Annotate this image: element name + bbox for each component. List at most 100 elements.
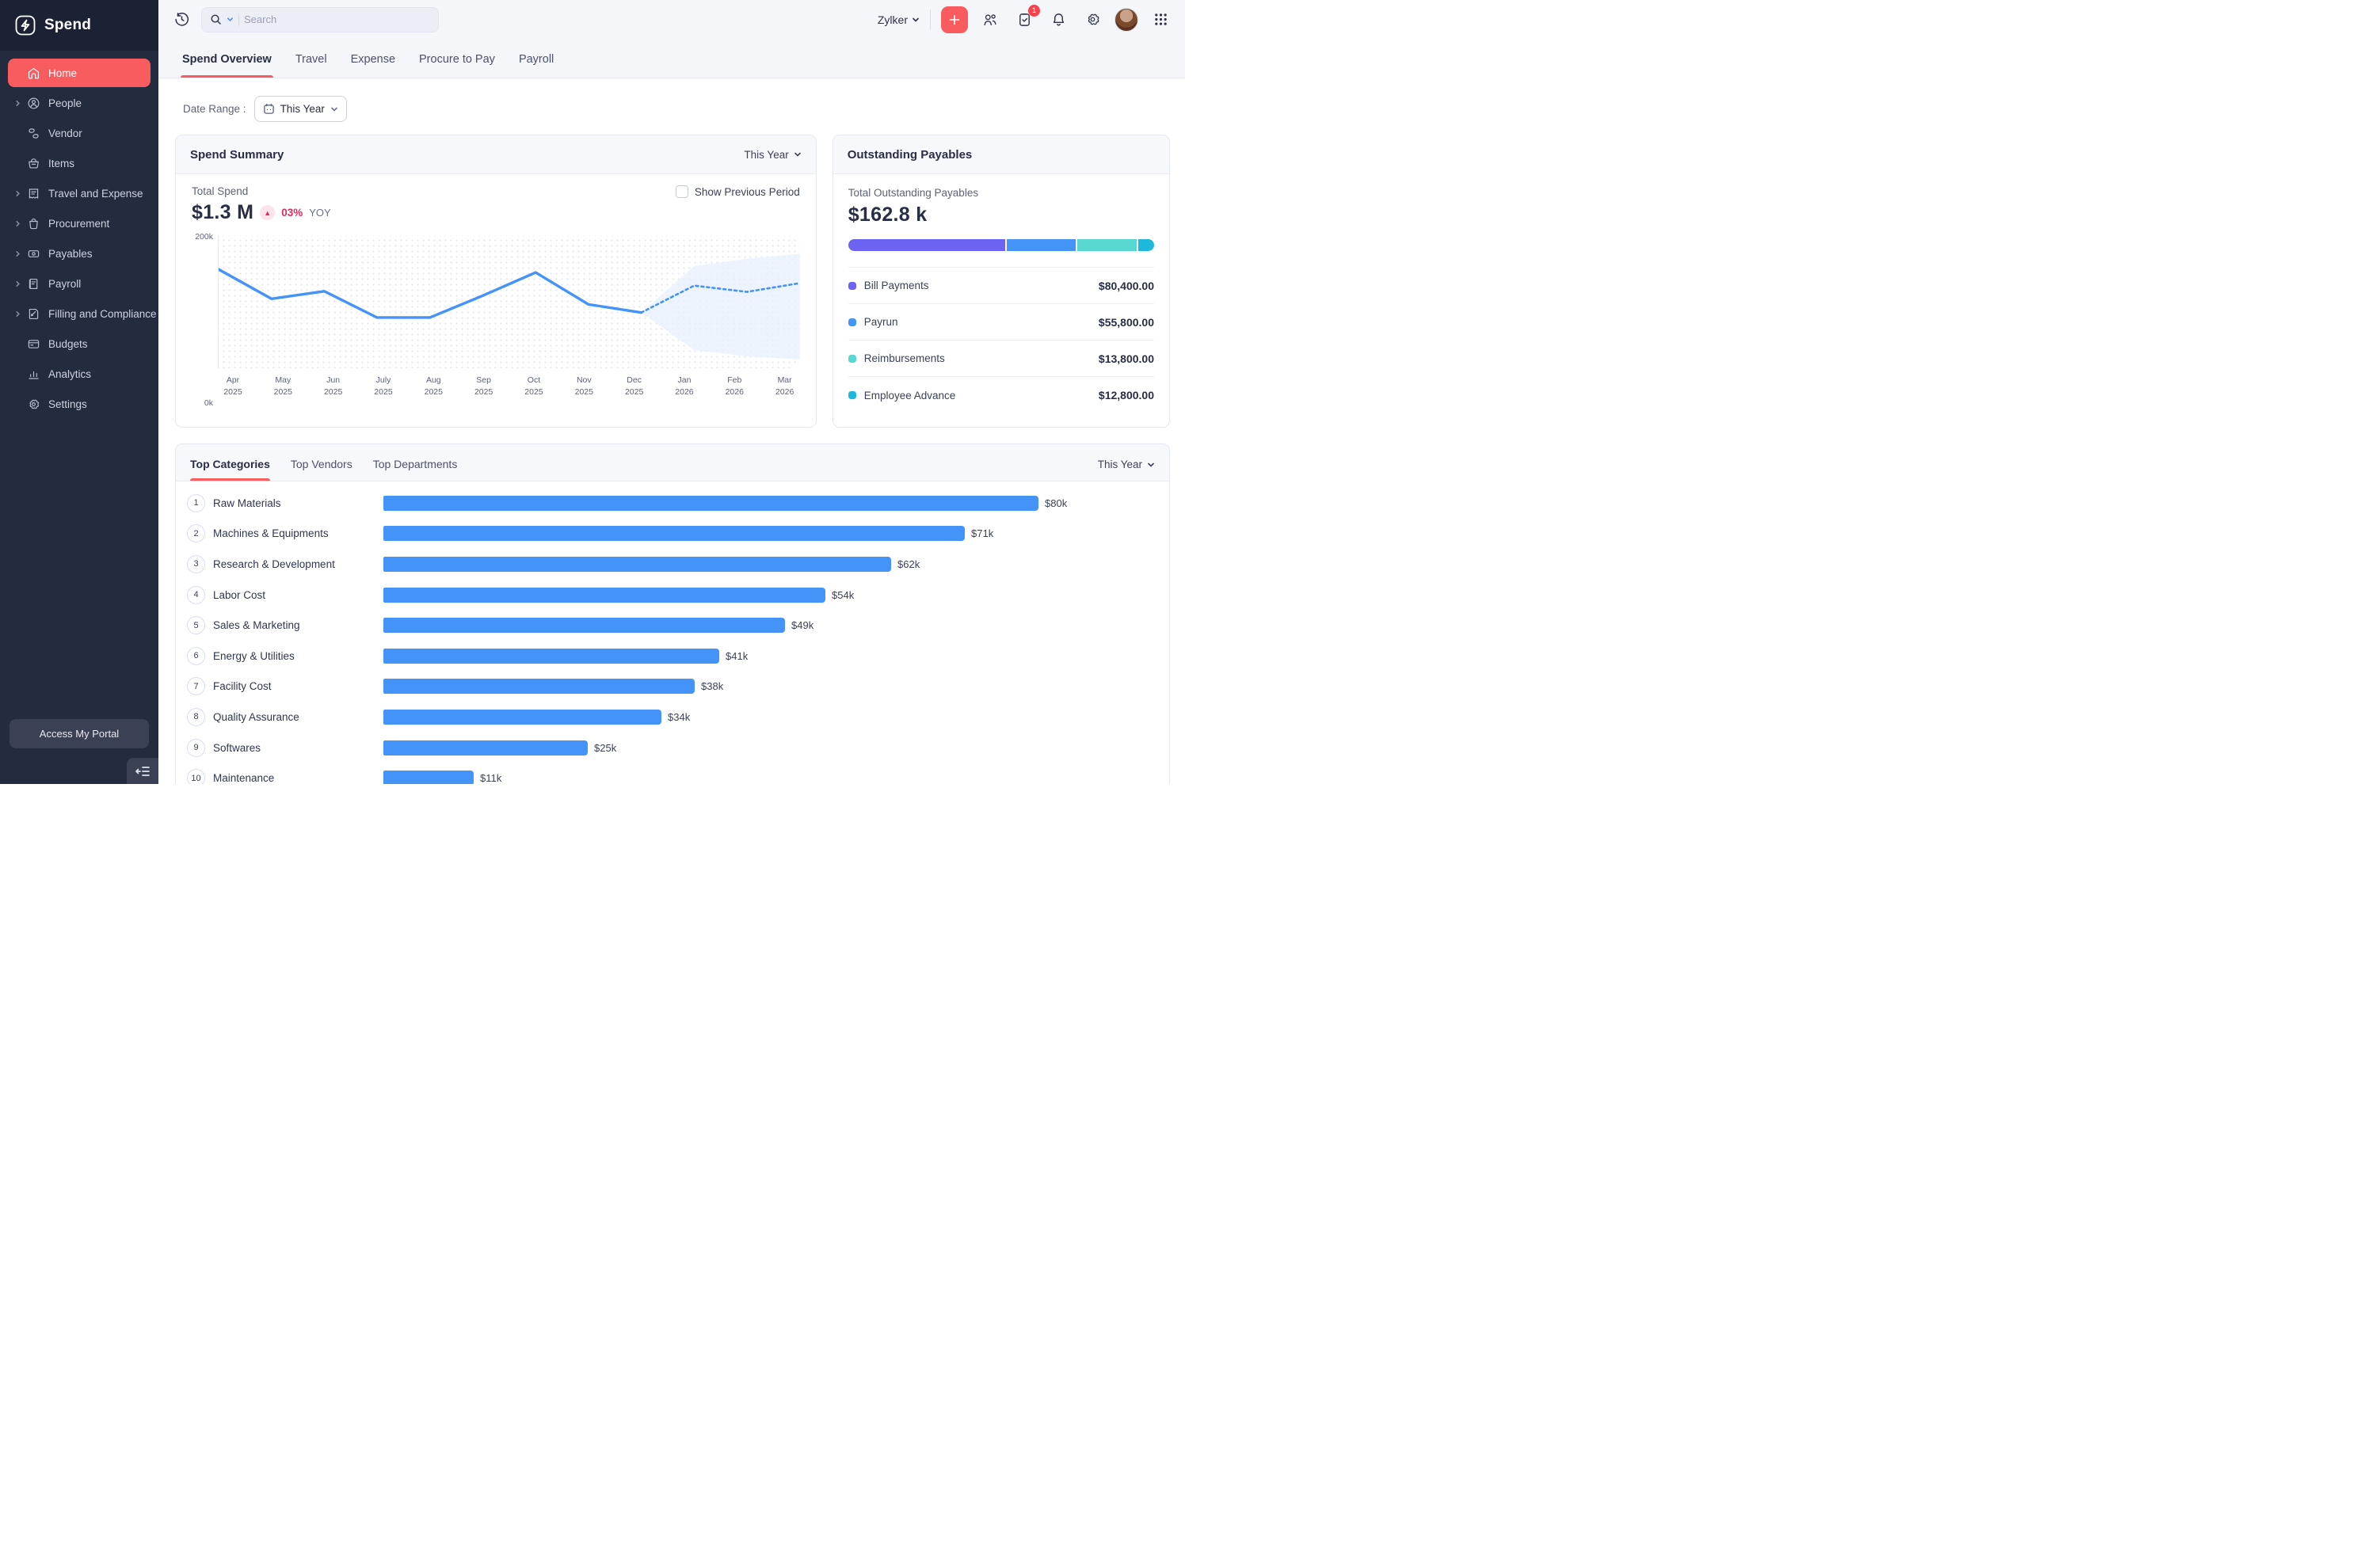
sidebar-item-payables[interactable]: Payables — [8, 239, 151, 268]
category-label: Machines & Equipments — [213, 527, 383, 539]
category-label: Quality Assurance — [213, 711, 383, 723]
category-row-softwares[interactable]: 9Softwares$25k — [187, 733, 1155, 763]
sidebar-item-budgets[interactable]: Budgets — [8, 329, 151, 358]
category-label: Maintenance — [213, 772, 383, 784]
category-row-energy-utilities[interactable]: 6Energy & Utilities$41k — [187, 641, 1155, 672]
tab-spend-overview[interactable]: Spend Overview — [182, 53, 272, 78]
calendar-icon — [263, 103, 275, 115]
topbar-divider — [930, 10, 931, 30]
total-spend-label: Total Spend — [192, 185, 248, 197]
category-row-quality-assurance[interactable]: 8Quality Assurance$34k — [187, 702, 1155, 733]
sidebar-item-items[interactable]: Items — [8, 149, 151, 177]
category-row-research-development[interactable]: 3Research & Development$62k — [187, 549, 1155, 580]
payables-row-payrun[interactable]: Payrun$55,800.00 — [848, 304, 1154, 341]
category-label: Facility Cost — [213, 680, 383, 692]
category-label: Softwares — [213, 742, 383, 754]
legend-dot-icon — [848, 391, 856, 399]
spend-line-chart-svg — [219, 235, 800, 368]
sidebar-item-filling-and-compliance[interactable]: Filling and Compliance — [8, 299, 151, 328]
tab-top-vendors[interactable]: Top Vendors — [291, 458, 352, 481]
sidebar-item-label: Payroll — [48, 278, 81, 290]
home-icon — [27, 67, 40, 80]
module-tabs: Spend Overview Travel Expense Procure to Pa… — [158, 39, 1185, 78]
category-label: Sales & Marketing — [213, 619, 383, 631]
yoy-up-arrow-icon: ▲ — [260, 205, 275, 220]
rank-badge: 3 — [187, 555, 205, 573]
category-value: $11k — [480, 772, 501, 784]
sidebar-item-label: Travel and Expense — [48, 188, 143, 200]
app-title: Spend — [44, 17, 91, 34]
apps-grid-icon[interactable] — [1149, 8, 1172, 32]
category-row-labor-cost[interactable]: 4Labor Cost$54k — [187, 580, 1155, 611]
x-axis-label: Jun2025 — [318, 375, 349, 398]
y-axis-tick-top: 200k — [195, 232, 213, 242]
chevron-right-icon — [14, 220, 25, 227]
notifications-bell-icon[interactable] — [1046, 8, 1070, 32]
top-categories-period-dropdown[interactable]: This Year — [1098, 459, 1155, 481]
chevron-right-icon — [14, 190, 25, 197]
chart-plot-area — [218, 235, 800, 368]
sidebar-item-payroll[interactable]: Payroll — [8, 269, 151, 298]
date-range-value: This Year — [280, 103, 325, 115]
x-axis-label: Nov2025 — [569, 375, 599, 398]
tab-top-categories[interactable]: Top Categories — [190, 458, 270, 481]
tab-payroll[interactable]: Payroll — [519, 53, 554, 78]
tab-top-departments[interactable]: Top Departments — [373, 458, 458, 481]
sidebar-item-procurement[interactable]: Procurement — [8, 209, 151, 238]
history-icon[interactable] — [170, 8, 193, 32]
payables-stacked-bar — [848, 239, 1154, 251]
sidebar-item-home[interactable]: Home — [8, 59, 151, 87]
search-input[interactable] — [244, 13, 387, 25]
sidebar-item-people[interactable]: People — [8, 89, 151, 117]
org-switcher[interactable]: Zylker — [878, 13, 920, 26]
tab-travel[interactable]: Travel — [295, 53, 327, 78]
approvals-icon[interactable]: 1 — [1012, 8, 1036, 32]
payables-row-employee-advance[interactable]: Employee Advance$12,800.00 — [848, 377, 1154, 413]
x-axis-label: Feb2026 — [719, 375, 749, 398]
date-range-selector[interactable]: This Year — [254, 96, 347, 122]
category-row-machines-equipments[interactable]: 2Machines & Equipments$71k — [187, 519, 1155, 550]
main-area: Zylker 1 — [158, 0, 1185, 784]
payables-row-label: Payrun — [864, 316, 898, 328]
sidebar-item-vendor[interactable]: Vendor — [8, 119, 151, 147]
category-row-facility-cost[interactable]: 7Facility Cost$38k — [187, 672, 1155, 702]
category-row-sales-marketing[interactable]: 5Sales & Marketing$49k — [187, 610, 1155, 641]
sidebar-item-label: Budgets — [48, 338, 88, 350]
rank-badge: 5 — [187, 616, 205, 634]
total-outstanding-label: Total Outstanding Payables — [848, 187, 1154, 199]
quick-create-button[interactable] — [941, 6, 968, 33]
x-axis-label: Aug2025 — [418, 375, 448, 398]
user-avatar[interactable] — [1115, 8, 1138, 32]
access-my-portal-button[interactable]: Access My Portal — [10, 719, 149, 748]
sidebar-item-analytics[interactable]: Analytics — [8, 360, 151, 388]
users-icon[interactable] — [978, 8, 1002, 32]
sidebar-item-settings[interactable]: Settings — [8, 390, 151, 418]
chevron-right-icon — [14, 280, 25, 287]
x-axis-label: Dec2025 — [619, 375, 650, 398]
tab-procure-to-pay[interactable]: Procure to Pay — [419, 53, 495, 78]
spend-summary-period-dropdown[interactable]: This Year — [744, 149, 801, 161]
total-spend-value: $1.3 M — [192, 201, 253, 224]
settings-gear-icon[interactable] — [1080, 8, 1104, 32]
show-previous-period-toggle[interactable]: Show Previous Period — [676, 185, 800, 198]
date-range-row: Date Range : This Year — [183, 96, 1170, 122]
chevron-right-icon — [14, 250, 25, 257]
search-box[interactable] — [201, 7, 439, 32]
payables-row-bill-payments[interactable]: Bill Payments$80,400.00 — [848, 268, 1154, 304]
x-axis-label: May2025 — [268, 375, 298, 398]
rank-badge: 6 — [187, 647, 205, 665]
payables-row-label: Reimbursements — [864, 352, 945, 364]
collapse-sidebar-button[interactable] — [127, 758, 158, 784]
category-bar — [383, 618, 785, 633]
sidebar-item-travel-and-expense[interactable]: Travel and Expense — [8, 179, 151, 207]
category-bar — [383, 679, 695, 694]
tab-expense[interactable]: Expense — [351, 53, 395, 78]
category-row-maintenance[interactable]: 10Maintenance$11k — [187, 763, 1155, 784]
show-previous-period-checkbox[interactable] — [676, 185, 688, 198]
payables-row-reimbursements[interactable]: Reimbursements$13,800.00 — [848, 341, 1154, 377]
category-row-raw-materials[interactable]: 1Raw Materials$80k — [187, 488, 1155, 519]
search-scope-chevron-icon[interactable] — [227, 16, 234, 23]
category-value: $25k — [594, 742, 616, 754]
spend-logo-icon — [14, 14, 36, 36]
total-outstanding-value: $162.8 k — [848, 204, 1154, 226]
